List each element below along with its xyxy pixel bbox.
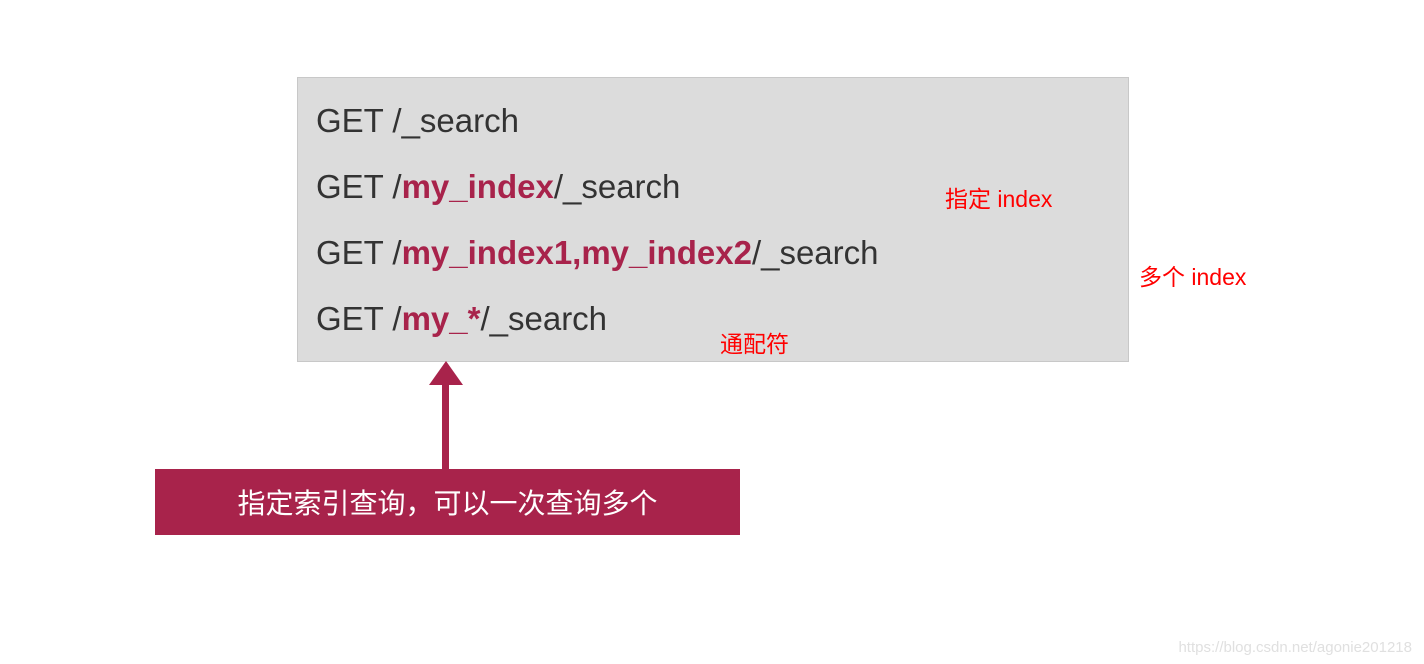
code-text: /_search <box>752 234 879 271</box>
code-text: GET / <box>316 102 402 139</box>
code-line-1: GET /_search <box>316 88 1110 154</box>
code-line-4: GET /my_*/_search <box>316 286 1110 352</box>
arrow-icon <box>426 361 466 471</box>
annotation-wildcard: 通配符 <box>720 325 789 359</box>
code-text: /_search <box>554 168 681 205</box>
watermark-text: https://blog.csdn.net/agonie201218 <box>1178 639 1412 656</box>
code-text: _search <box>402 102 519 139</box>
code-text: GET / <box>316 234 402 271</box>
explanation-label: 指定索引查询，可以一次查询多个 <box>155 469 740 535</box>
code-text: /_search <box>480 300 607 337</box>
code-highlight: my_index1,my_index2 <box>402 234 752 271</box>
arrow-line-icon <box>442 379 449 471</box>
code-highlight: my_* <box>402 300 481 337</box>
code-highlight: my_index <box>402 168 554 205</box>
annotation-multiple-index: 多个 index <box>1139 258 1246 292</box>
code-block: GET /_search GET /my_index/_search GET /… <box>297 77 1129 362</box>
annotation-specify-index: 指定 index <box>945 180 1052 214</box>
code-text: GET / <box>316 300 402 337</box>
code-text: GET / <box>316 168 402 205</box>
explanation-label-text: 指定索引查询，可以一次查询多个 <box>237 482 657 522</box>
code-line-3: GET /my_index1,my_index2/_search <box>316 220 1110 286</box>
